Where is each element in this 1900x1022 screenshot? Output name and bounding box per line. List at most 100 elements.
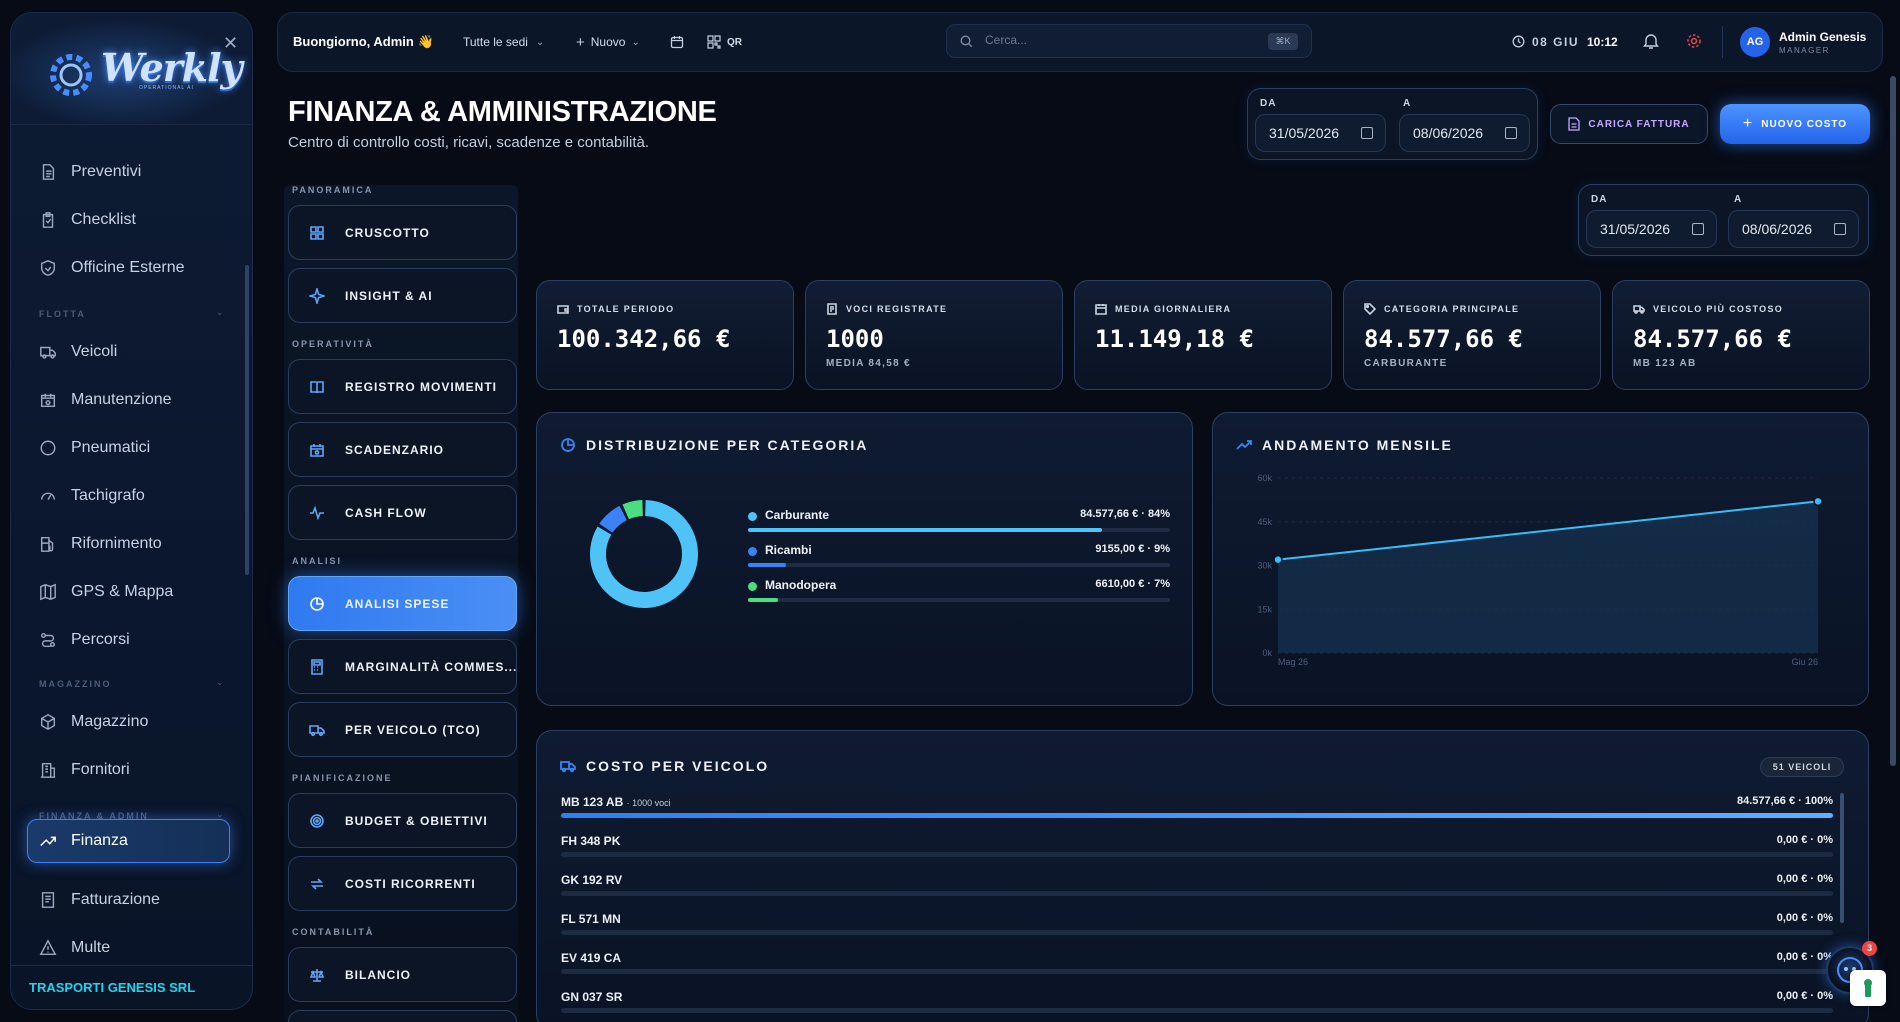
- sidebar-item-checklist[interactable]: Checklist: [39, 205, 136, 235]
- kpi-voci-registrate: VOCI REGISTRATE 1000 MEDIA 84,58 €: [805, 280, 1063, 390]
- chevron-down-icon[interactable]: ⌄: [216, 307, 224, 318]
- sidebar-item-fornitori[interactable]: Fornitori: [39, 755, 130, 785]
- sidebar: Werkly OPERATIONAL AI ✕ Preventivi Check…: [10, 12, 253, 1010]
- legend-dot: [748, 582, 757, 591]
- vehicle-row[interactable]: MB 123 AB · 1000 voci 84.577,66 € · 100%: [561, 795, 1833, 833]
- sidebar-item-rifornimento[interactable]: Rifornimento: [39, 529, 162, 559]
- calendar-clock-icon: [310, 443, 324, 457]
- upload-invoice-button[interactable]: CARICA FATTURA: [1550, 104, 1708, 144]
- distribution-title: DISTRIBUZIONE PER CATEGORIA: [560, 437, 868, 453]
- location-select[interactable]: Tutte le sedi ⌄: [463, 12, 544, 72]
- brand-logo[interactable]: Werkly: [101, 45, 243, 90]
- kpi-label: VEICOLO PIÙ COSTOSO: [1633, 303, 1783, 315]
- legend-name: Manodopera: [765, 578, 837, 592]
- invoice-icon: [41, 892, 55, 908]
- subnav-registro-movimenti[interactable]: REGISTRO MOVIMENTI: [288, 359, 517, 414]
- accessibility-widget[interactable]: [1850, 970, 1886, 1006]
- subnav-label: PER VEICOLO (TCO): [345, 722, 481, 737]
- kpi-label-text: MEDIA GIORNALIERA: [1115, 304, 1232, 314]
- sidebar-item-percorsi[interactable]: Percorsi: [39, 625, 130, 655]
- subnav-next-item[interactable]: [288, 1010, 517, 1022]
- sidebar-item-finanza[interactable]: Finanza: [39, 826, 128, 856]
- subnav-budget-obiettivi[interactable]: BUDGET & OBIETTIVI: [288, 793, 517, 848]
- new-cost-button[interactable]: + NUOVO COSTO: [1720, 104, 1870, 144]
- sidebar-item-gps-mappa[interactable]: GPS & Mappa: [39, 577, 173, 607]
- sidebar-scrollbar[interactable]: [245, 265, 249, 575]
- filter-date-from-field[interactable]: 31/05/2026: [1586, 210, 1717, 248]
- subnav-section-pianificazione: PIANIFICAZIONE: [292, 773, 393, 783]
- kpi-label-text: VEICOLO PIÙ COSTOSO: [1653, 304, 1784, 314]
- subnav-analisi-spese[interactable]: ANALISI SPESE: [288, 576, 517, 631]
- data-point[interactable]: [1273, 554, 1283, 565]
- vehicle-row[interactable]: FH 348 PK 0,00 € · 0%: [561, 834, 1833, 872]
- vehicle-row[interactable]: FL 571 MN 0,00 € · 0%: [561, 912, 1833, 950]
- search-shortcut: ⌘K: [1268, 33, 1298, 50]
- subnav-costi-ricorrenti[interactable]: COSTI RICORRENTI: [288, 856, 517, 911]
- sidebar-item-label: Pneumatici: [71, 439, 151, 456]
- sidebar-item-veicoli[interactable]: Veicoli: [39, 337, 117, 367]
- calendar-wrench-icon: [40, 393, 56, 408]
- vehicle-cost-value: 0,00 € · 0%: [1776, 951, 1833, 963]
- subnav-per-veicolo[interactable]: PER VEICOLO (TCO): [288, 702, 517, 757]
- subnav-bilancio[interactable]: BILANCIO: [288, 947, 517, 1002]
- calculator-icon: [311, 658, 323, 675]
- vehicle-bar-track: [561, 969, 1833, 974]
- keyhole-icon: [1864, 979, 1872, 997]
- page-subtitle: Centro di controllo costi, ricavi, scade…: [288, 134, 650, 151]
- sidebar-item-fatturazione[interactable]: Fatturazione: [39, 885, 160, 915]
- vehicle-row[interactable]: EV 419 CA 0,00 € · 0%: [561, 951, 1833, 989]
- sidebar-item-magazzino[interactable]: Magazzino: [39, 707, 148, 737]
- subnav-label: BILANCIO: [345, 967, 411, 982]
- building-icon: [40, 762, 56, 778]
- sidebar-item-label: Manutenzione: [71, 391, 172, 408]
- header-date-to-field[interactable]: 08/06/2026: [1399, 114, 1530, 152]
- gear-icon[interactable]: [1686, 33, 1702, 49]
- kpi-subtext: CARBURANTE: [1364, 358, 1448, 369]
- user-name[interactable]: Admin Genesis: [1779, 30, 1866, 44]
- kpi-value: 1000: [826, 325, 884, 353]
- vehicle-list-scrollbar[interactable]: [1840, 793, 1844, 923]
- vehicle-row[interactable]: GN 037 SR 0,00 € · 0%: [561, 990, 1833, 1022]
- sidebar-item-officine-esterne[interactable]: Officine Esterne: [39, 253, 185, 283]
- chevron-down-icon[interactable]: ⌄: [216, 677, 224, 688]
- kpi-label-text: TOTALE PERIODO: [577, 304, 675, 314]
- plus-icon: +: [576, 33, 585, 51]
- vehicle-row[interactable]: GK 192 RV 0,00 € · 0%: [561, 873, 1833, 911]
- bell-icon[interactable]: [1643, 32, 1659, 50]
- sidebar-item-label: Finanza: [71, 832, 128, 849]
- kpi-subtext: MEDIA 84,58 €: [826, 358, 911, 369]
- new-dropdown[interactable]: + Nuovo ⌄: [576, 12, 640, 72]
- subnav-insight-ai[interactable]: INSIGHT & AI: [288, 268, 517, 323]
- subnav-cash-flow[interactable]: CASH FLOW: [288, 485, 517, 540]
- sidebar-item-pneumatici[interactable]: Pneumatici: [39, 433, 150, 463]
- header-date-from-field[interactable]: 31/05/2026: [1255, 114, 1386, 152]
- subnav-label: REGISTRO MOVIMENTI: [345, 379, 498, 394]
- page-scrollbar[interactable]: [1890, 76, 1896, 766]
- y-tick-label: 60k: [1257, 473, 1272, 483]
- avatar[interactable]: AG: [1740, 27, 1770, 57]
- close-icon[interactable]: ✕: [223, 33, 238, 54]
- calendar-button[interactable]: [670, 12, 684, 72]
- y-tick-label: 30k: [1257, 561, 1272, 571]
- subnav-cruscotto[interactable]: CRUSCOTTO: [288, 205, 517, 260]
- subnav-label: COSTI RICORRENTI: [345, 876, 476, 891]
- vehicle-bar-track: [561, 813, 1833, 818]
- subnav-marginalita-commesse[interactable]: MARGINALITÀ COMMES...: [288, 639, 517, 694]
- kpi-value: 84.577,66 €: [1364, 325, 1523, 353]
- sidebar-item-tachigrafo[interactable]: Tachigrafo: [39, 481, 145, 511]
- kpi-totale-periodo: TOTALE PERIODO 100.342,66 €: [536, 280, 794, 390]
- sidebar-item-label: Checklist: [71, 211, 136, 228]
- filter-date-to-field[interactable]: 08/06/2026: [1728, 210, 1859, 248]
- donut-slice-manodopera[interactable]: [622, 500, 644, 520]
- truck-icon: [40, 346, 56, 359]
- donut-slice-ricambi[interactable]: [599, 505, 628, 533]
- qr-button[interactable]: QR: [707, 12, 742, 72]
- sidebar-item-multe[interactable]: Multe: [39, 933, 110, 963]
- gauge-icon: [40, 492, 56, 500]
- truck-icon: [560, 761, 576, 773]
- data-point[interactable]: [1813, 496, 1823, 507]
- vehicle-plate: FL 571 MN: [561, 912, 621, 926]
- subnav-scadenzario[interactable]: SCADENZARIO: [288, 422, 517, 477]
- sidebar-item-manutenzione[interactable]: Manutenzione: [39, 385, 172, 415]
- sidebar-item-preventivi[interactable]: Preventivi: [39, 157, 141, 187]
